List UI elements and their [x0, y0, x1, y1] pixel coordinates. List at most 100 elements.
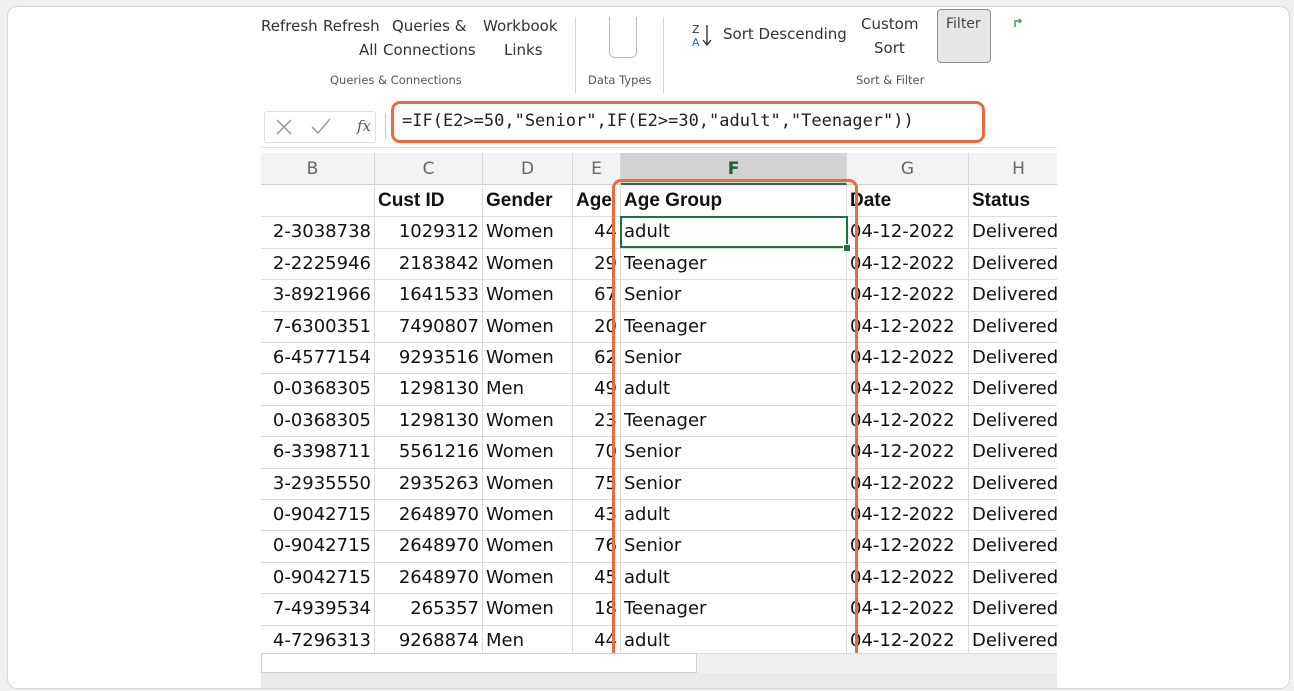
custom-sort-label-2: Sort [874, 39, 905, 57]
group-sort-label: Sort & Filter [856, 73, 925, 87]
svg-text:A: A [692, 36, 700, 49]
cell-date[interactable]: 04-12-2022 [847, 500, 969, 532]
cell-order-id[interactable]: 0-9042715 [261, 500, 375, 532]
header-cell-status[interactable]: Status [969, 186, 1057, 218]
cell-date[interactable]: 04-12-2022 [847, 437, 969, 469]
ribbon-separator [575, 17, 576, 93]
column-letter: C [422, 159, 435, 179]
cell-date[interactable]: 04-12-2022 [847, 248, 969, 281]
cell-date[interactable]: 04-12-2022 [847, 405, 969, 438]
column-header-c[interactable]: C [375, 153, 483, 185]
reapply-icon[interactable] [1013, 17, 1027, 29]
cell-gender[interactable]: Women [483, 594, 573, 626]
cell-gender[interactable]: Women [483, 280, 573, 312]
cell-date[interactable]: 04-12-2022 [847, 468, 969, 500]
cell-date[interactable]: 04-12-2022 [847, 562, 969, 595]
cell-date[interactable]: 04-12-2022 [847, 374, 969, 406]
cell-cust-id[interactable]: 1029312 [375, 217, 483, 249]
screenshot-card: Refresh Refresh All Queries & Connection… [7, 6, 1290, 689]
cell-cust-id[interactable]: 1298130 [375, 405, 483, 438]
cell-date[interactable]: 04-12-2022 [847, 280, 969, 312]
cell-cust-id[interactable]: 1298130 [375, 374, 483, 406]
custom-sort-button[interactable]: Custom [861, 15, 918, 33]
column-header-e[interactable]: E [573, 153, 621, 185]
cell-cust-id[interactable]: 2648970 [375, 562, 483, 595]
cell-gender[interactable]: Women [483, 217, 573, 249]
refresh-button[interactable]: Refresh [261, 17, 318, 35]
cell-status[interactable]: Delivered [969, 594, 1057, 626]
cell-status[interactable]: Delivered [969, 437, 1057, 469]
cell-date[interactable]: 04-12-2022 [847, 594, 969, 626]
cell-gender[interactable]: Women [483, 562, 573, 595]
cell-gender[interactable]: Women [483, 531, 573, 563]
sheet-tabs-bar [261, 673, 1057, 688]
cell-status[interactable]: Delivered [969, 217, 1057, 249]
cell-date[interactable]: 04-12-2022 [847, 217, 969, 249]
header-cell-date[interactable]: Date [847, 186, 969, 218]
cell-gender[interactable]: Women [483, 500, 573, 532]
cell-order-id[interactable]: 2-2225946 [261, 248, 375, 281]
cell-gender[interactable]: Women [483, 468, 573, 500]
cell-status[interactable]: Delivered [969, 531, 1057, 563]
cell-gender[interactable]: Men [483, 374, 573, 406]
sort-descending-button[interactable]: Sort Descending [723, 25, 847, 43]
cell-gender[interactable]: Women [483, 248, 573, 281]
cell-date[interactable]: 04-12-2022 [847, 343, 969, 375]
cell-cust-id[interactable]: 1641533 [375, 280, 483, 312]
insert-function-icon[interactable]: fx [357, 117, 371, 135]
header-cell-gender[interactable]: Gender [483, 186, 573, 218]
cell-status[interactable]: Delivered [969, 374, 1057, 406]
cell-cust-id[interactable]: 5561216 [375, 437, 483, 469]
header-cell-cust-id[interactable]: Cust ID [375, 186, 483, 218]
cell-status[interactable]: Delivered [969, 312, 1057, 343]
cell-order-id[interactable]: 3-2935550 [261, 468, 375, 500]
group-queries-label: Queries & Connections [330, 73, 462, 87]
cell-order-id[interactable]: 0-9042715 [261, 562, 375, 595]
column-header-g[interactable]: G [847, 153, 969, 185]
cell-gender[interactable]: Women [483, 343, 573, 375]
cell-cust-id[interactable]: 9293516 [375, 343, 483, 375]
cell-status[interactable]: Delivered [969, 469, 1057, 500]
cell-status[interactable]: Delivered [969, 563, 1057, 595]
cell-date[interactable]: 04-12-2022 [847, 311, 969, 343]
sort-descending-icon[interactable]: Z A [691, 21, 712, 51]
cell-order-id[interactable]: 6-3398711 [261, 437, 375, 469]
data-types-gallery[interactable] [609, 17, 637, 58]
cell-status[interactable]: Delivered [969, 406, 1057, 438]
column-header-d[interactable]: D [483, 153, 573, 185]
age-group-highlight-box [612, 179, 858, 665]
cell-cust-id[interactable]: 265357 [375, 594, 483, 626]
cell-date[interactable]: 04-12-2022 [847, 531, 969, 563]
queries-connections-button[interactable]: Queries & [392, 17, 466, 35]
cell-status[interactable]: Delivered [969, 249, 1057, 281]
cell-status[interactable]: Delivered [969, 343, 1057, 375]
refresh-all-button[interactable]: Refresh [323, 17, 380, 35]
cell-cust-id[interactable]: 7490807 [375, 311, 483, 343]
cell-order-id[interactable]: 7-6300351 [261, 311, 375, 343]
column-header-h[interactable]: H [969, 153, 1057, 185]
cell-status[interactable]: Delivered [969, 280, 1057, 312]
cell-gender[interactable]: Women [483, 437, 573, 469]
workbook-links-label-2: Links [504, 41, 543, 59]
cell-order-id[interactable]: 2-3038738 [261, 217, 375, 249]
header-cell-order-id[interactable] [261, 186, 375, 218]
cell-order-id[interactable]: 3-8921966 [261, 280, 375, 312]
cell-order-id[interactable]: 0-0368305 [261, 374, 375, 406]
cell-gender[interactable]: Women [483, 405, 573, 438]
workbook-links-button[interactable]: Workbook [483, 17, 558, 35]
column-header-b[interactable]: B [261, 153, 375, 185]
cell-gender[interactable]: Women [483, 311, 573, 343]
cell-cust-id[interactable]: 2648970 [375, 531, 483, 563]
cell-order-id[interactable]: 7-4939534 [261, 594, 375, 626]
cell-order-id[interactable]: 6-4577154 [261, 343, 375, 375]
filter-button[interactable]: Filter [937, 9, 991, 63]
horizontal-scrollbar[interactable] [261, 653, 697, 673]
enter-icon[interactable] [309, 114, 333, 143]
cell-cust-id[interactable]: 2648970 [375, 500, 483, 532]
cell-status[interactable]: Delivered [969, 500, 1057, 532]
cell-cust-id[interactable]: 2935263 [375, 468, 483, 500]
cell-order-id[interactable]: 0-9042715 [261, 531, 375, 563]
cancel-icon[interactable] [273, 114, 295, 143]
cell-cust-id[interactable]: 2183842 [375, 248, 483, 281]
cell-order-id[interactable]: 0-0368305 [261, 405, 375, 438]
